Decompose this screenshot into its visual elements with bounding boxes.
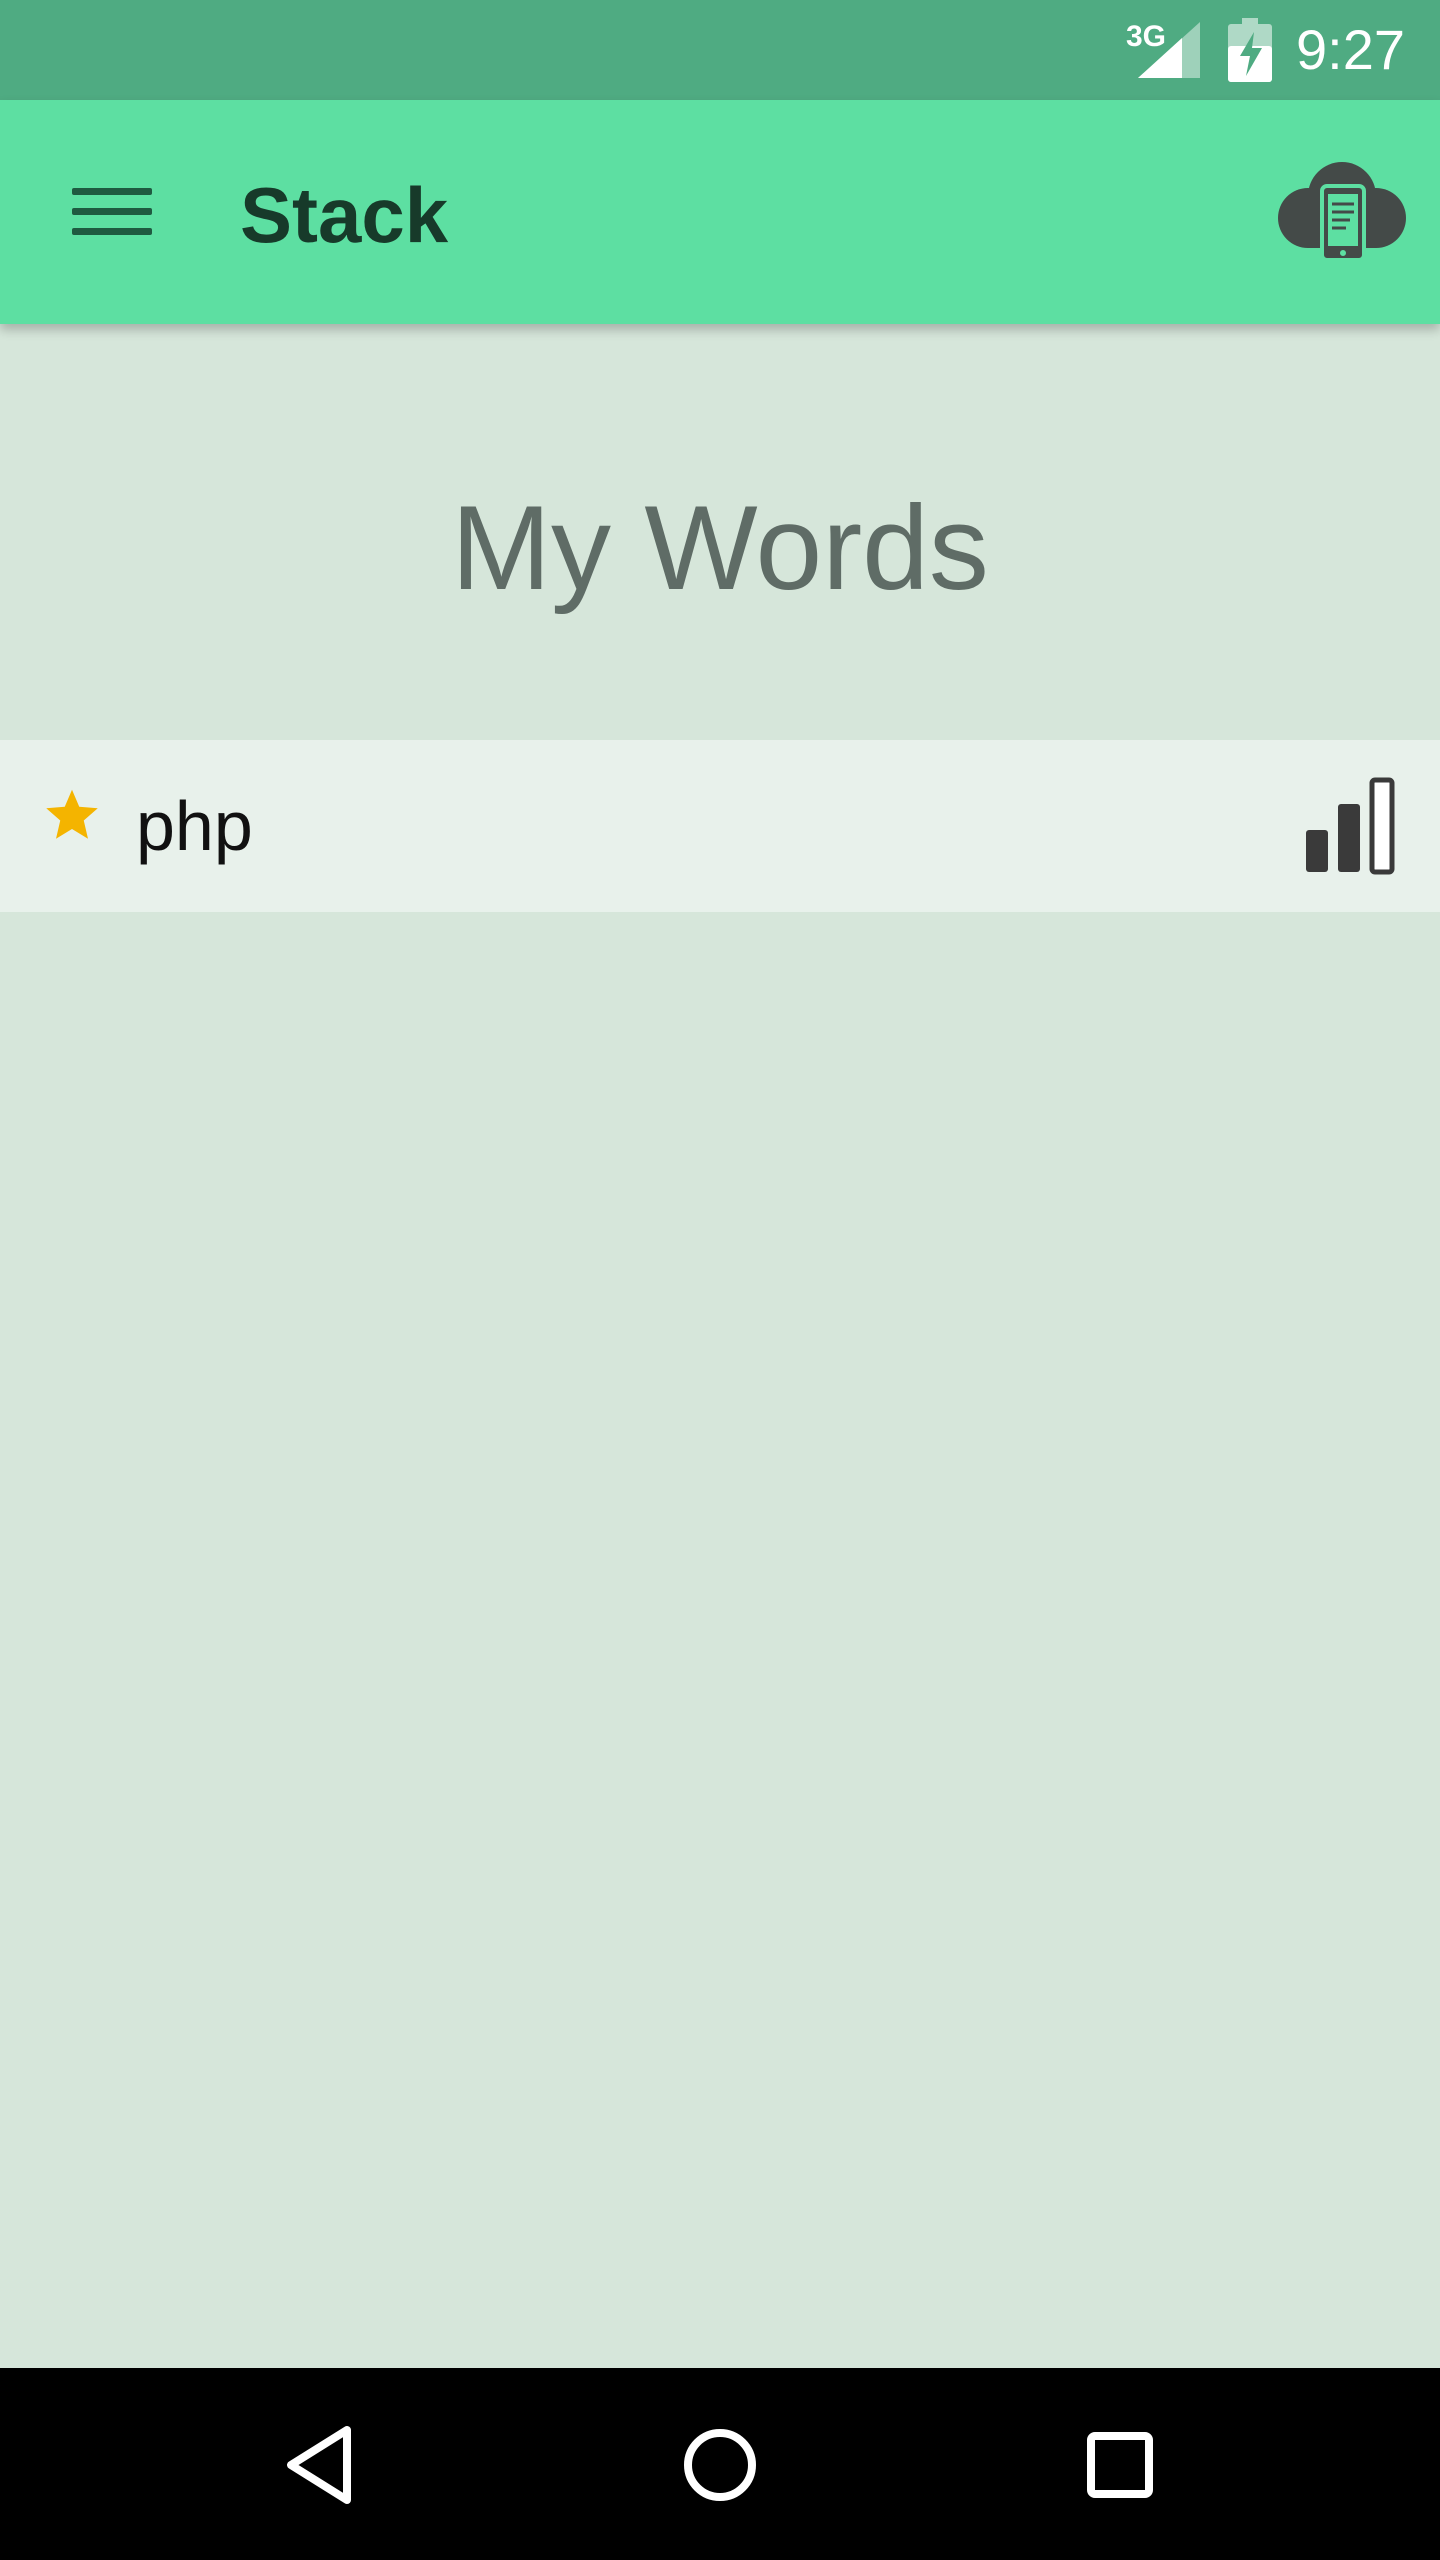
section-heading: My Words bbox=[451, 481, 989, 615]
app-bar: Stack bbox=[0, 100, 1440, 324]
word-label: php bbox=[136, 787, 253, 865]
battery-charging-icon bbox=[1228, 18, 1272, 82]
cloud-device-icon[interactable] bbox=[1272, 156, 1412, 268]
back-icon[interactable] bbox=[265, 2410, 375, 2520]
signal-icon bbox=[1138, 22, 1200, 78]
word-list-item[interactable]: php bbox=[0, 740, 1440, 912]
app-title: Stack bbox=[240, 171, 449, 259]
star-icon[interactable] bbox=[42, 786, 102, 846]
status-bar: 3G 9:27 bbox=[0, 0, 1440, 100]
level-bars-icon bbox=[1306, 777, 1395, 875]
menu-button[interactable] bbox=[62, 180, 158, 244]
status-clock: 9:27 bbox=[1296, 18, 1405, 81]
recents-icon[interactable] bbox=[1065, 2410, 1175, 2520]
word-list: php bbox=[0, 740, 1440, 912]
screen: 3G 9:27 Stack My Words php bbox=[0, 0, 1440, 2560]
home-icon[interactable] bbox=[665, 2410, 775, 2520]
navigation-bar bbox=[0, 2368, 1440, 2560]
